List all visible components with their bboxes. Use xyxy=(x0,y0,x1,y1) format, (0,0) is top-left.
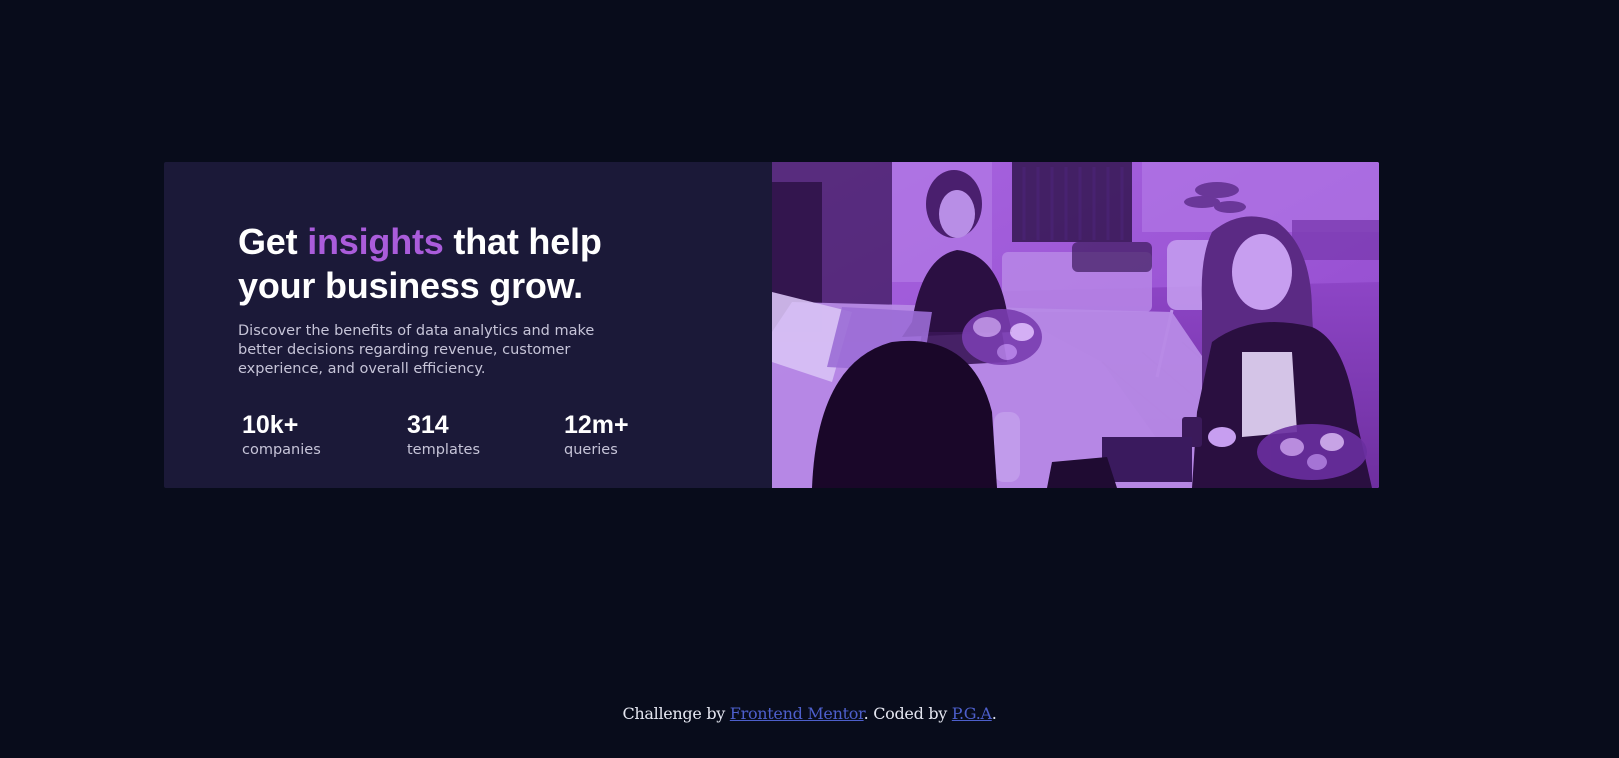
stat-companies: 10k+ companies xyxy=(242,410,321,460)
stat-value: 12m+ xyxy=(564,411,629,439)
stat-label: templates xyxy=(407,442,481,458)
author-link[interactable]: P.G.A xyxy=(952,704,992,723)
stat-queries: 12m+ queries xyxy=(564,410,629,460)
stat-label: companies xyxy=(242,442,321,458)
stats-row: 10k+ companies 314 templates 12m+ querie… xyxy=(242,410,772,470)
attribution-footer: Challenge by Frontend Mentor. Coded by P… xyxy=(0,703,1619,725)
attribution-prefix: Challenge by xyxy=(622,704,730,723)
card-text-panel: Get insights that help your business gro… xyxy=(164,162,772,488)
stats-preview-card: Get insights that help your business gro… xyxy=(164,162,1379,488)
attribution-suffix: . xyxy=(991,704,997,723)
stat-templates: 314 templates xyxy=(407,410,480,460)
office-team-image xyxy=(772,162,1379,488)
purple-tinted-office-photo xyxy=(772,162,1379,488)
headline: Get insights that help your business gro… xyxy=(238,220,658,308)
attribution-middle: . Coded by xyxy=(863,704,952,723)
headline-start: Get xyxy=(238,221,308,262)
headline-accent: insights xyxy=(307,221,444,262)
stat-label: queries xyxy=(564,442,618,458)
stat-value: 314 xyxy=(407,411,449,439)
stat-value: 10k+ xyxy=(242,411,299,439)
frontend-mentor-link[interactable]: Frontend Mentor xyxy=(730,704,864,723)
description: Discover the benefits of data analytics … xyxy=(238,323,595,377)
